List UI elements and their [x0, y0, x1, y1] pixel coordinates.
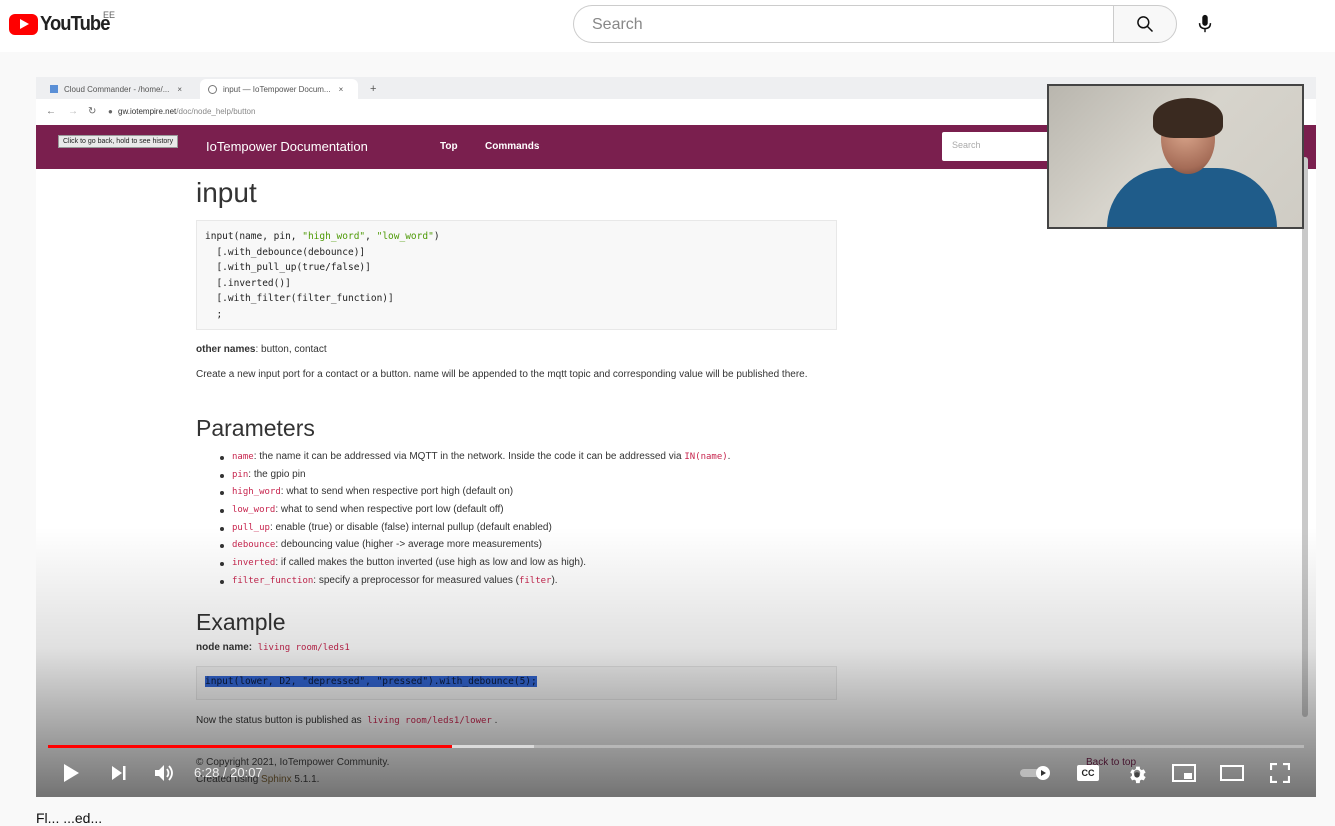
webcam-person-shirt	[1107, 168, 1277, 227]
cc-icon: CC	[1077, 765, 1099, 781]
reload-icon: ↻	[88, 106, 97, 117]
autoplay-toggle-icon	[1020, 766, 1050, 780]
code-line: ;	[205, 308, 223, 320]
miniplayer-button[interactable]	[1170, 760, 1198, 786]
lock-icon: ●	[108, 107, 113, 116]
parameter-item: inverted: if called makes the button inv…	[218, 557, 730, 575]
code-line: [.with_filter(filter_function)]	[205, 293, 394, 304]
youtube-header: YouTube EE	[0, 0, 1335, 52]
next-icon	[112, 766, 126, 780]
search-input[interactable]	[590, 15, 1094, 35]
gear-icon	[1130, 766, 1146, 784]
parameter-item: pull_up: enable (true) or disable (false…	[218, 522, 730, 540]
parameter-item: name: the name it can be addressed via M…	[218, 451, 730, 469]
webcam-person-hair	[1153, 98, 1223, 138]
description-text: Create a new input port for a contact or…	[196, 369, 808, 380]
voice-search-button[interactable]	[1187, 6, 1223, 42]
youtube-play-logo-icon	[9, 14, 38, 35]
parameter-item: high_word: what to send when respective …	[218, 486, 730, 504]
parameters-heading: Parameters	[196, 415, 315, 441]
signature-code-block: input(name, pin, "high_word", "low_word"…	[196, 220, 837, 330]
volume-icon	[155, 765, 173, 781]
microphone-icon	[1198, 14, 1212, 33]
doc-page-title: input	[196, 177, 257, 208]
tab-close-icon: ×	[177, 84, 183, 94]
back-arrow-icon: ←	[46, 106, 56, 117]
browser-tab-cloud-commander: Cloud Commander - /home/... ×	[42, 79, 200, 99]
parameter-item: debounce: debouncing value (higher -> av…	[218, 539, 730, 557]
code-line: [.with_pull_up(true/false)]	[205, 262, 371, 273]
logo-text: YouTube	[40, 13, 110, 35]
parameter-item: filter_function: specify a preprocessor …	[218, 575, 730, 593]
selected-code: input(lower, D2, "depressed", "pressed")…	[205, 676, 537, 687]
fullscreen-button[interactable]	[1266, 760, 1294, 786]
progress-bar[interactable]	[48, 745, 1304, 748]
back-tooltip: Click to go back, hold to see history	[58, 135, 179, 148]
browser-tab-input: input — IoTempower Docum... ×	[200, 79, 358, 99]
parameters-list: name: the name it can be addressed via M…	[218, 451, 730, 593]
progress-played	[48, 745, 453, 748]
new-tab-icon: +	[370, 83, 377, 95]
miniplayer-icon	[1172, 764, 1196, 782]
play-icon	[64, 764, 79, 782]
tab-favicon-icon	[50, 85, 58, 93]
video-title-partial: Fl... ...ed...	[36, 810, 103, 826]
webcam-overlay	[1047, 84, 1304, 229]
video-player[interactable]: Cloud Commander - /home/... × input — Io…	[36, 77, 1316, 797]
doc-scrollbar	[1302, 157, 1308, 717]
doc-nav-commands: Commands	[485, 141, 540, 152]
code-line: [.inverted()]	[205, 277, 291, 289]
status-sentence: Now the status button is published as li…	[196, 715, 498, 726]
theater-mode-icon	[1220, 765, 1244, 781]
tab-close-icon: ×	[338, 84, 344, 94]
search-icon	[1137, 16, 1154, 33]
tab-label: Cloud Commander - /home/...	[64, 84, 170, 94]
fullscreen-icon	[1270, 763, 1290, 783]
parameter-item: low_word: what to send when respective p…	[218, 504, 730, 522]
play-button[interactable]	[58, 760, 84, 786]
volume-button[interactable]	[152, 760, 178, 786]
code-line: input(name, pin, "high_word", "low_word"…	[205, 231, 440, 242]
theater-mode-button[interactable]	[1218, 760, 1246, 786]
doc-nav-top: Top	[440, 141, 458, 152]
next-button[interactable]	[106, 760, 132, 786]
forward-arrow-icon: →	[68, 106, 78, 117]
tab-label: input — IoTempower Docum...	[223, 84, 331, 94]
example-heading: Example	[196, 609, 286, 635]
tab-favicon-icon	[208, 84, 217, 94]
search-button[interactable]	[1113, 5, 1177, 43]
doc-site-title: IoTempower Documentation	[206, 139, 368, 154]
parameter-item: pin: the gpio pin	[218, 469, 730, 487]
node-name: node name: living room/leds1	[196, 642, 350, 653]
subtitles-button[interactable]: CC	[1074, 760, 1102, 786]
country-code: EE	[103, 10, 116, 20]
browser-url: gw.iotempire.net/doc/node_help/button	[118, 107, 256, 116]
example-code-block: input(lower, D2, "depressed", "pressed")…	[196, 666, 837, 700]
time-display: 6:28 / 20:07	[194, 765, 263, 780]
search-box	[573, 5, 1113, 43]
settings-button[interactable]	[1123, 760, 1151, 786]
other-names: other names: button, contact	[196, 344, 327, 355]
code-line: [.with_debounce(debounce)]	[205, 246, 366, 258]
youtube-logo[interactable]: YouTube	[9, 13, 116, 36]
autoplay-toggle[interactable]	[1018, 760, 1054, 786]
